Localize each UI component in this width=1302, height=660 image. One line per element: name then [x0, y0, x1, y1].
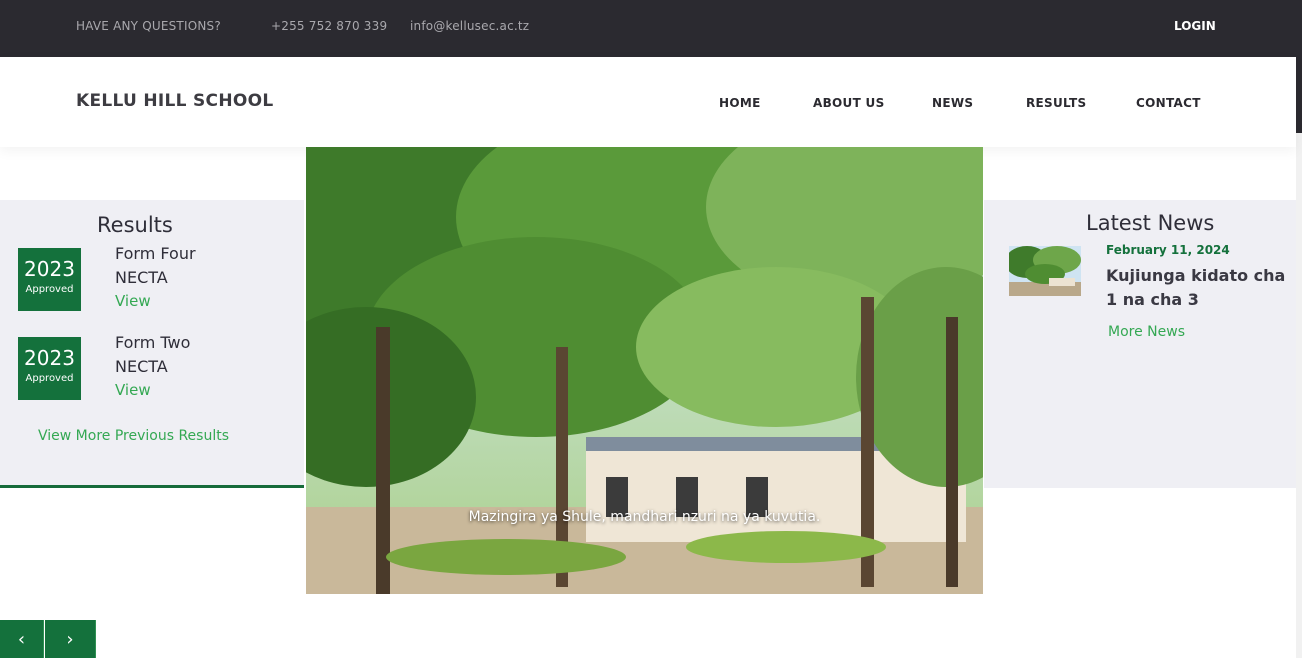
- result-year: 2023: [24, 346, 75, 370]
- login-link[interactable]: LOGIN: [1174, 19, 1216, 33]
- site-header: KELLU HILL SCHOOL HOME ABOUT US NEWS RES…: [0, 57, 1296, 147]
- top-bar: HAVE ANY QUESTIONS? +255 752 870 339 inf…: [0, 0, 1296, 57]
- questions-label: HAVE ANY QUESTIONS?: [76, 19, 221, 33]
- more-news-link[interactable]: More News: [1108, 324, 1185, 340]
- slide-caption: Mazingira ya Shule, mandhari nzuri na ya…: [468, 509, 821, 525]
- nav-about-us[interactable]: ABOUT US: [813, 96, 885, 110]
- nav-contact[interactable]: CONTACT: [1136, 96, 1201, 110]
- nav-home[interactable]: HOME: [719, 96, 761, 110]
- result-status: Approved: [25, 373, 74, 384]
- result-status: Approved: [25, 284, 74, 295]
- school-grounds-image: [306, 147, 983, 594]
- news-thumbnail[interactable]: [1009, 246, 1081, 296]
- news-title-link[interactable]: Kujiunga kidato cha 1 na cha 3: [1106, 264, 1292, 312]
- result-year: 2023: [24, 257, 75, 281]
- chevron-left-icon: ‹: [17, 629, 26, 650]
- scrollbar-thumb[interactable]: [1296, 0, 1302, 133]
- result-view-link[interactable]: View: [115, 292, 151, 310]
- slider-next-button[interactable]: ›: [45, 620, 96, 658]
- nav-news[interactable]: NEWS: [932, 96, 973, 110]
- nav-results[interactable]: RESULTS: [1026, 96, 1086, 110]
- news-panel: Latest News February 11, 2024 Kujiunga k…: [984, 200, 1296, 488]
- email-address[interactable]: info@kellusec.ac.tz: [410, 19, 529, 33]
- results-panel: Results 2023 Approved Form Four NECTA Vi…: [0, 200, 304, 488]
- phone-number[interactable]: +255 752 870 339: [271, 19, 387, 33]
- news-thumbnail-image: [1009, 246, 1081, 296]
- hero-slide: Mazingira ya Shule, mandhari nzuri na ya…: [306, 147, 983, 594]
- result-title: Form Two NECTA: [115, 333, 191, 376]
- result-year-badge: 2023 Approved: [18, 248, 81, 311]
- chevron-right-icon: ›: [66, 629, 74, 650]
- site-logo-text[interactable]: KELLU HILL SCHOOL: [76, 91, 274, 111]
- results-heading: Results: [97, 213, 173, 237]
- page-scrollbar[interactable]: [1296, 0, 1302, 658]
- slider-prev-button[interactable]: ‹: [0, 620, 44, 658]
- news-heading: Latest News: [1086, 211, 1215, 235]
- result-view-link[interactable]: View: [115, 381, 151, 399]
- result-title: Form Four NECTA: [115, 244, 196, 287]
- result-year-badge: 2023 Approved: [18, 337, 81, 400]
- view-more-results-link[interactable]: View More Previous Results: [38, 428, 229, 444]
- news-date: February 11, 2024: [1106, 243, 1230, 257]
